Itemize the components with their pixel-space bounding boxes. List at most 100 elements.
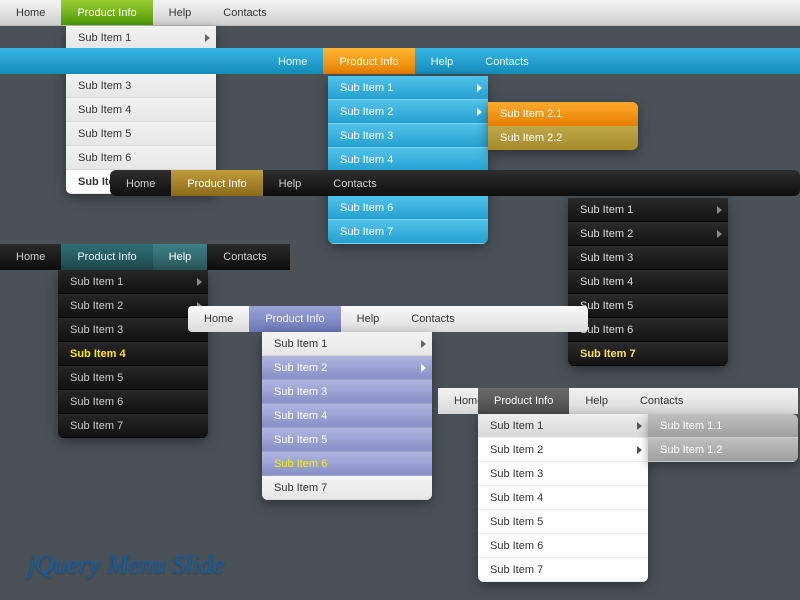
menu4-sub2[interactable]: Sub Item 2 (58, 294, 208, 318)
menu1-home[interactable]: Home (0, 0, 61, 25)
menu5-contacts[interactable]: Contacts (395, 306, 470, 332)
menu2-help[interactable]: Help (415, 48, 470, 74)
menu4-home[interactable]: Home (0, 244, 61, 270)
menu5-sub1[interactable]: Sub Item 1 (262, 332, 432, 356)
menu4-sub5[interactable]: Sub Item 5 (58, 366, 208, 390)
menu4-sub4[interactable]: Sub Item 4 (58, 342, 208, 366)
menu1-sub5[interactable]: Sub Item 5 (66, 122, 216, 146)
menu5-product-info[interactable]: Product Info (249, 306, 340, 332)
menu1-help[interactable]: Help (153, 0, 208, 25)
menu2-sub1[interactable]: Sub Item 1 (328, 76, 488, 100)
menu3-sub1[interactable]: Sub Item 1 (568, 198, 728, 222)
menu6-flyout: Sub Item 1.1 Sub Item 1.2 (648, 414, 798, 462)
menu1-bar: Home Product Info Help Contacts (0, 0, 800, 26)
menu5-sub2-label: Sub Item 2 (274, 362, 327, 374)
chevron-right-icon (205, 34, 210, 42)
menu5-sub4[interactable]: Sub Item 4 (262, 404, 432, 428)
menu5-dropdown: Sub Item 1 Sub Item 2 Sub Item 3 Sub Ite… (262, 332, 432, 500)
menu1-product-info[interactable]: Product Info (61, 0, 152, 25)
menu6-home[interactable]: Home (438, 388, 478, 414)
page-title: jQuery Menu Slide (28, 550, 224, 580)
menu2-sub6[interactable]: Sub Item 6 (328, 196, 488, 220)
menu2-sub7[interactable]: Sub Item 7 (328, 220, 488, 244)
menu5-help[interactable]: Help (341, 306, 396, 332)
chevron-right-icon (421, 364, 426, 372)
menu6-sub1-label: Sub Item 1 (490, 420, 543, 432)
menu3-help[interactable]: Help (263, 170, 318, 196)
menu5-sub5[interactable]: Sub Item 5 (262, 428, 432, 452)
menu6-sub1-2[interactable]: Sub Item 1.2 (648, 438, 798, 462)
menu5-home[interactable]: Home (188, 306, 249, 332)
menu6-contacts[interactable]: Contacts (624, 388, 699, 414)
menu4-product-info[interactable]: Product Info (61, 244, 152, 270)
menu6-sub2-label: Sub Item 2 (490, 444, 543, 456)
menu4-help[interactable]: Help (153, 244, 208, 270)
menu4-sub2-label: Sub Item 2 (70, 300, 123, 312)
menu4-sub7[interactable]: Sub Item 7 (58, 414, 208, 438)
menu3-sub6[interactable]: Sub Item 6 (568, 318, 728, 342)
menu1-sub4[interactable]: Sub Item 4 (66, 98, 216, 122)
menu5-sub2[interactable]: Sub Item 2 (262, 356, 432, 380)
menu3-product-info[interactable]: Product Info (171, 170, 262, 196)
menu6-product-info[interactable]: Product Info (478, 388, 569, 414)
chevron-right-icon (717, 206, 722, 214)
menu3-sub4[interactable]: Sub Item 4 (568, 270, 728, 294)
menu6-bar: Home Product Info Help Contacts (438, 388, 798, 414)
menu3-sub1-label: Sub Item 1 (580, 204, 633, 216)
chevron-right-icon (717, 230, 722, 238)
menu3-bar: Home Product Info Help Contacts (110, 170, 800, 196)
menu5-sub3[interactable]: Sub Item 3 (262, 380, 432, 404)
menu5-sub7[interactable]: Sub Item 7 (262, 476, 432, 500)
chevron-right-icon (421, 340, 426, 348)
menu3-sub2[interactable]: Sub Item 2 (568, 222, 728, 246)
menu2-sub1-label: Sub Item 1 (340, 82, 393, 94)
menu6-sub1-1[interactable]: Sub Item 1.1 (648, 414, 798, 438)
menu2-home[interactable]: Home (262, 48, 323, 74)
chevron-right-icon (477, 84, 482, 92)
menu5-bar: Home Product Info Help Contacts (188, 306, 588, 332)
menu6-sub5[interactable]: Sub Item 5 (478, 510, 648, 534)
menu2-sub2-1[interactable]: Sub Item 2.1 (488, 102, 638, 126)
menu2-sub2-label: Sub Item 2 (340, 106, 393, 118)
menu3-sub3[interactable]: Sub Item 3 (568, 246, 728, 270)
menu5-sub6[interactable]: Sub Item 6 (262, 452, 432, 476)
menu2-sub2-2[interactable]: Sub Item 2.2 (488, 126, 638, 150)
menu6-sub4[interactable]: Sub Item 4 (478, 486, 648, 510)
menu3-home[interactable]: Home (110, 170, 171, 196)
menu1-sub3[interactable]: Sub Item 3 (66, 74, 216, 98)
menu1-sub1[interactable]: Sub Item 1 (66, 26, 216, 50)
menu6-help[interactable]: Help (569, 388, 624, 414)
menu4-sub6[interactable]: Sub Item 6 (58, 390, 208, 414)
menu6-sub1[interactable]: Sub Item 1 (478, 414, 648, 438)
menu3-contacts[interactable]: Contacts (317, 170, 392, 196)
menu2-sub2[interactable]: Sub Item 2 (328, 100, 488, 124)
menu3-sub2-label: Sub Item 2 (580, 228, 633, 240)
menu2-bar: Home Product Info Help Contacts (0, 48, 800, 74)
menu2-product-info[interactable]: Product Info (323, 48, 414, 74)
menu6-sub6[interactable]: Sub Item 6 (478, 534, 648, 558)
chevron-right-icon (637, 446, 642, 454)
menu3-sub7[interactable]: Sub Item 7 (568, 342, 728, 366)
menu6-sub3[interactable]: Sub Item 3 (478, 462, 648, 486)
menu4-sub1[interactable]: Sub Item 1 (58, 270, 208, 294)
menu4-contacts[interactable]: Contacts (207, 244, 282, 270)
menu6-sub2[interactable]: Sub Item 2 (478, 438, 648, 462)
menu2-dropdown: Sub Item 1 Sub Item 2 Sub Item 3 Sub Ite… (328, 76, 488, 244)
menu5-sub1-label: Sub Item 1 (274, 338, 327, 350)
menu2-flyout: Sub Item 2.1 Sub Item 2.2 (488, 102, 638, 150)
menu1-contacts[interactable]: Contacts (207, 0, 282, 25)
chevron-right-icon (197, 278, 202, 286)
menu4-sub3[interactable]: Sub Item 3 (58, 318, 208, 342)
menu4-bar: Home Product Info Help Contacts (0, 244, 290, 270)
menu2-sub4[interactable]: Sub Item 4 (328, 148, 488, 172)
menu3-sub5[interactable]: Sub Item 5 (568, 294, 728, 318)
menu2-sub3[interactable]: Sub Item 3 (328, 124, 488, 148)
menu1-sub6[interactable]: Sub Item 6 (66, 146, 216, 170)
menu6-sub7[interactable]: Sub Item 7 (478, 558, 648, 582)
menu3-dropdown: Sub Item 1 Sub Item 2 Sub Item 3 Sub Ite… (568, 198, 728, 366)
menu4-sub1-label: Sub Item 1 (70, 276, 123, 288)
menu6-dropdown: Sub Item 1 Sub Item 2 Sub Item 3 Sub Ite… (478, 414, 648, 582)
chevron-right-icon (477, 108, 482, 116)
menu1-sub1-label: Sub Item 1 (78, 32, 131, 44)
menu2-contacts[interactable]: Contacts (469, 48, 544, 74)
